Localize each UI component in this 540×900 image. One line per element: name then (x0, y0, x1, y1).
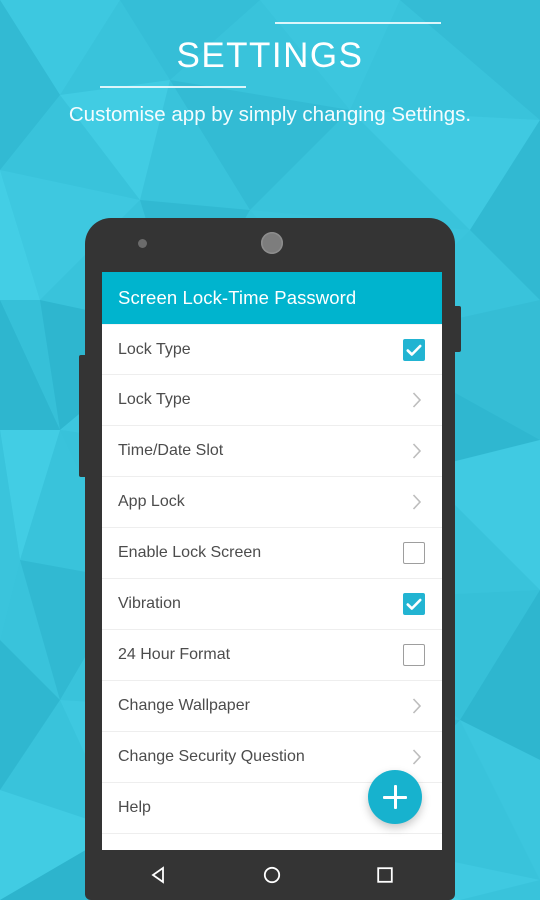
settings-row[interactable]: Lock Type (102, 324, 442, 375)
sensor-dot-icon (138, 239, 147, 248)
lock-type-toggle[interactable] (403, 338, 425, 361)
add-fab-button[interactable] (368, 770, 422, 824)
phone-mockup: Screen Lock-Time Password Lock Type Lock … (79, 218, 461, 900)
settings-row-label: Enable Lock Screen (118, 544, 262, 561)
app-lock-nav[interactable] (410, 491, 426, 513)
settings-row[interactable]: App Lock (102, 477, 442, 528)
settings-row-label: Lock Type (118, 340, 191, 358)
lock-type-nav[interactable] (410, 389, 426, 411)
app-bar: Screen Lock-Time Password (102, 272, 442, 324)
24-hour-format-toggle[interactable] (403, 644, 425, 666)
settings-row-label: Change Security Question (118, 748, 305, 765)
settings-row[interactable]: Enable Lock Screen (102, 528, 442, 579)
settings-list: Lock Type Lock Type Time/Date Slot App Lock… (102, 324, 442, 834)
promo-screenshot: SETTINGS Customise app by simply changin… (0, 0, 540, 900)
settings-row-label: Change Wallpaper (118, 697, 250, 714)
change-security-question-nav[interactable] (410, 746, 426, 768)
back-triangle-icon[interactable] (149, 865, 169, 885)
settings-row[interactable]: Vibration (102, 579, 442, 630)
settings-row[interactable]: Lock Type (102, 375, 442, 426)
settings-row-label: App Lock (118, 493, 185, 510)
chevron-right-icon (412, 443, 422, 459)
vibration-toggle[interactable] (403, 593, 425, 615)
change-wallpaper-nav[interactable] (410, 695, 426, 717)
chevron-right-icon (412, 698, 422, 714)
time-date-slot-nav[interactable] (410, 440, 426, 462)
chevron-right-icon (412, 494, 422, 510)
app-bar-title: Screen Lock-Time Password (118, 287, 357, 308)
settings-row[interactable]: 24 Hour Format (102, 630, 442, 681)
home-circle-icon[interactable] (262, 865, 282, 885)
settings-row-label: Help (118, 799, 151, 816)
settings-row-label: Vibration (118, 595, 181, 612)
earpiece-speaker-icon (261, 232, 283, 254)
settings-row[interactable]: Time/Date Slot (102, 426, 442, 477)
volume-rocker-button[interactable] (79, 355, 87, 477)
phone-screen: Screen Lock-Time Password Lock Type Lock … (102, 272, 442, 850)
settings-row-label: 24 Hour Format (118, 646, 231, 663)
chevron-right-icon (412, 392, 422, 408)
settings-row-label: Time/Date Slot (118, 442, 224, 459)
settings-row[interactable]: Change Wallpaper (102, 681, 442, 732)
power-button[interactable] (453, 306, 461, 352)
enable-lock-screen-toggle[interactable] (403, 542, 425, 564)
settings-row-label: Lock Type (118, 391, 191, 408)
chevron-right-icon (412, 749, 422, 765)
recents-square-icon[interactable] (375, 865, 395, 885)
plus-icon-vertical (393, 785, 397, 809)
android-nav-bar (102, 850, 442, 900)
